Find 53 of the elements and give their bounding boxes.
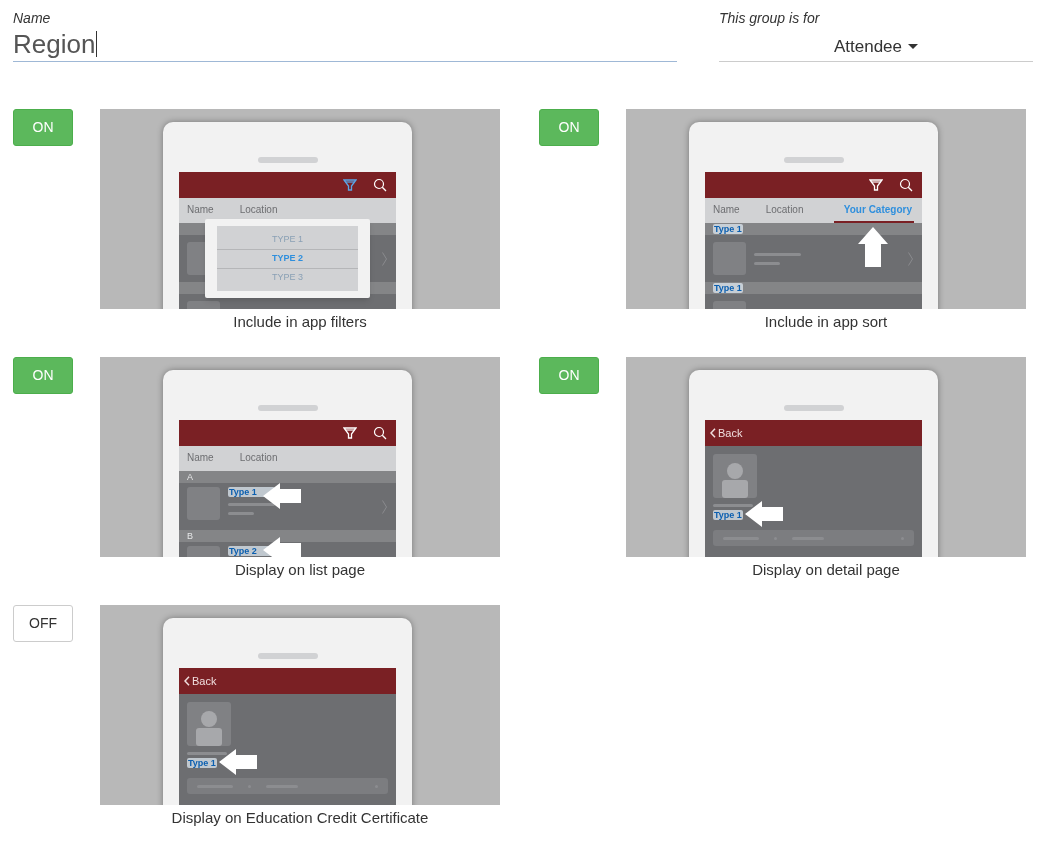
tab[interactable]: Name <box>713 198 740 223</box>
tab[interactable]: Name <box>187 446 214 471</box>
phone-speaker <box>258 653 318 659</box>
option-caption: Display on list page <box>234 561 366 579</box>
filter-option[interactable]: TYPE 1 <box>217 230 358 249</box>
type-tag: Type 1 <box>713 283 743 293</box>
back-link[interactable]: Back <box>184 672 217 690</box>
left-arrow-icon <box>218 748 258 776</box>
chevron-icon <box>382 500 387 514</box>
chevron-left-icon <box>184 676 190 686</box>
chevron-icon <box>908 252 913 266</box>
person-icon <box>722 462 748 498</box>
left-arrow-icon <box>262 482 302 510</box>
search-icon <box>373 178 387 192</box>
phone-speaker <box>258 157 318 163</box>
group-dropdown[interactable]: Attendee <box>719 26 1033 62</box>
up-arrow-icon <box>857 226 889 268</box>
chevron-icon <box>382 252 387 266</box>
toggle-button[interactable]: ON <box>13 109 73 146</box>
text-cursor <box>96 30 98 57</box>
name-field[interactable]: Region <box>13 26 677 62</box>
left-arrow-icon <box>262 536 302 557</box>
toggle-button[interactable]: ON <box>13 357 73 394</box>
toggle-button[interactable]: OFF <box>13 605 73 642</box>
tab[interactable]: Location <box>239 446 278 471</box>
phone-speaker <box>784 157 844 163</box>
type-tag: Type 1 <box>713 224 743 234</box>
section-letter: A <box>187 472 193 482</box>
chevron-left-icon <box>710 428 716 438</box>
toggle-button[interactable]: ON <box>539 357 599 394</box>
field-label: Name <box>13 10 52 26</box>
option-caption: Display on Education Credit Certificate <box>171 809 429 827</box>
option-caption: Include in app filters <box>233 313 367 331</box>
option-caption: Include in app sort <box>764 313 888 331</box>
toggle-button[interactable]: ON <box>539 109 599 146</box>
left-arrow-icon <box>744 500 784 528</box>
section-letter: B <box>187 531 193 541</box>
filter-option[interactable]: TYPE 2 <box>217 249 358 268</box>
field-label: This group is for <box>719 10 821 26</box>
tab[interactable]: Location <box>239 198 278 223</box>
filter-option[interactable]: TYPE 3 <box>217 268 358 287</box>
back-link[interactable]: Back <box>710 424 743 442</box>
search-icon <box>373 426 387 440</box>
tab[interactable]: Name <box>187 198 214 223</box>
person-icon <box>196 710 222 746</box>
type-tag: Type 1 <box>713 510 743 520</box>
type-tag: Type 1 <box>187 758 217 768</box>
tab[interactable]: Location <box>765 198 804 223</box>
phone-speaker <box>784 405 844 411</box>
caret-icon <box>908 44 919 49</box>
option-caption: Display on detail page <box>752 561 900 579</box>
phone-speaker <box>258 405 318 411</box>
search-icon <box>899 178 913 192</box>
